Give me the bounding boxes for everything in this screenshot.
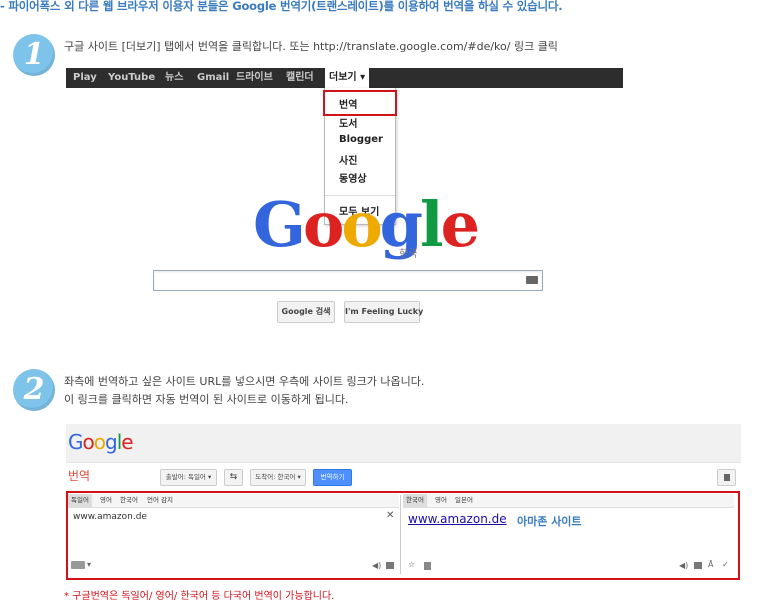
translate-highlight-box xyxy=(323,90,397,116)
logo-letter: o xyxy=(341,188,382,261)
google-region-label: 한국 xyxy=(399,249,418,260)
step-2-line1: 좌측에 번역하고 싶은 사이트 URL를 넣으시면 우측에 사이트 링크가 나옵… xyxy=(64,375,425,388)
dropdown-item-photos[interactable]: 사진 xyxy=(339,152,357,167)
gbar-item-news[interactable]: 뉴스 xyxy=(165,68,183,88)
step-2-line2: 이 링크를 클릭하면 자동 번역이 된 사이트로 이동하게 됩니다. xyxy=(64,393,349,406)
gbar-more-button[interactable]: 더보기 ▾ xyxy=(325,68,370,88)
gbar-item-gmail[interactable]: Gmail xyxy=(197,68,229,88)
translate-title: 번역 xyxy=(68,469,91,483)
google-bar: Play YouTube 뉴스 Gmail 드라이브 캘린더 더보기 ▾ xyxy=(66,68,623,88)
source-language-select[interactable]: 출발어: 독일어 ▾ xyxy=(160,469,217,486)
gbar-item-drive[interactable]: 드라이브 xyxy=(236,68,273,88)
translate-google-logo: Google xyxy=(68,430,134,454)
translate-panels-highlight xyxy=(66,491,740,580)
translate-button[interactable]: 번역하기 xyxy=(313,469,352,486)
dropdown-item-videos[interactable]: 동영상 xyxy=(339,170,367,185)
gbar-item-youtube[interactable]: YouTube xyxy=(108,68,155,88)
intro-text: - 파이어폭스 외 다른 웹 브라우저 이용자 분들은 Google 번역기(트… xyxy=(0,0,563,13)
gbar-item-calendar[interactable]: 캘린더 xyxy=(286,68,314,88)
step-1-badge: 1 xyxy=(13,34,55,76)
logo-letter: l xyxy=(420,188,444,261)
logo-letter: g xyxy=(105,430,118,454)
target-language-select[interactable]: 도착어: 한국어 ▾ xyxy=(250,469,306,486)
dropdown-item-books[interactable]: 도서 xyxy=(339,115,357,130)
step-1-text: 구글 사이트 [더보기] 탭에서 번역을 클릭합니다. 또는 http://tr… xyxy=(64,40,558,53)
logo-letter: o xyxy=(302,188,344,261)
google-logo: Google xyxy=(253,194,480,256)
google-search-button[interactable]: Google 검색 xyxy=(277,301,335,323)
translate-header-divider xyxy=(66,462,741,463)
logo-letter: G xyxy=(253,188,306,261)
translate-header xyxy=(66,424,741,462)
gbar-item-play[interactable]: Play xyxy=(73,68,97,88)
bookmark-button[interactable] xyxy=(717,469,736,486)
logo-letter: o xyxy=(82,430,95,454)
google-search-input[interactable] xyxy=(153,270,543,291)
logo-letter: o xyxy=(93,430,106,454)
dropdown-item-blogger[interactable]: Blogger xyxy=(339,134,383,145)
logo-letter: G xyxy=(68,430,83,454)
logo-letter: e xyxy=(121,430,133,454)
swap-languages-button[interactable]: ⇆ xyxy=(224,469,243,486)
footnote: * 구글번역은 독일어/ 영어/ 한국어 등 다국어 번역이 가능합니다. xyxy=(64,591,335,602)
keyboard-icon[interactable] xyxy=(526,276,538,284)
logo-letter: e xyxy=(440,188,480,261)
step-2-badge: 2 xyxy=(13,369,55,411)
bookmark-icon xyxy=(723,474,730,481)
feeling-lucky-button[interactable]: I'm Feeling Lucky xyxy=(344,301,423,323)
